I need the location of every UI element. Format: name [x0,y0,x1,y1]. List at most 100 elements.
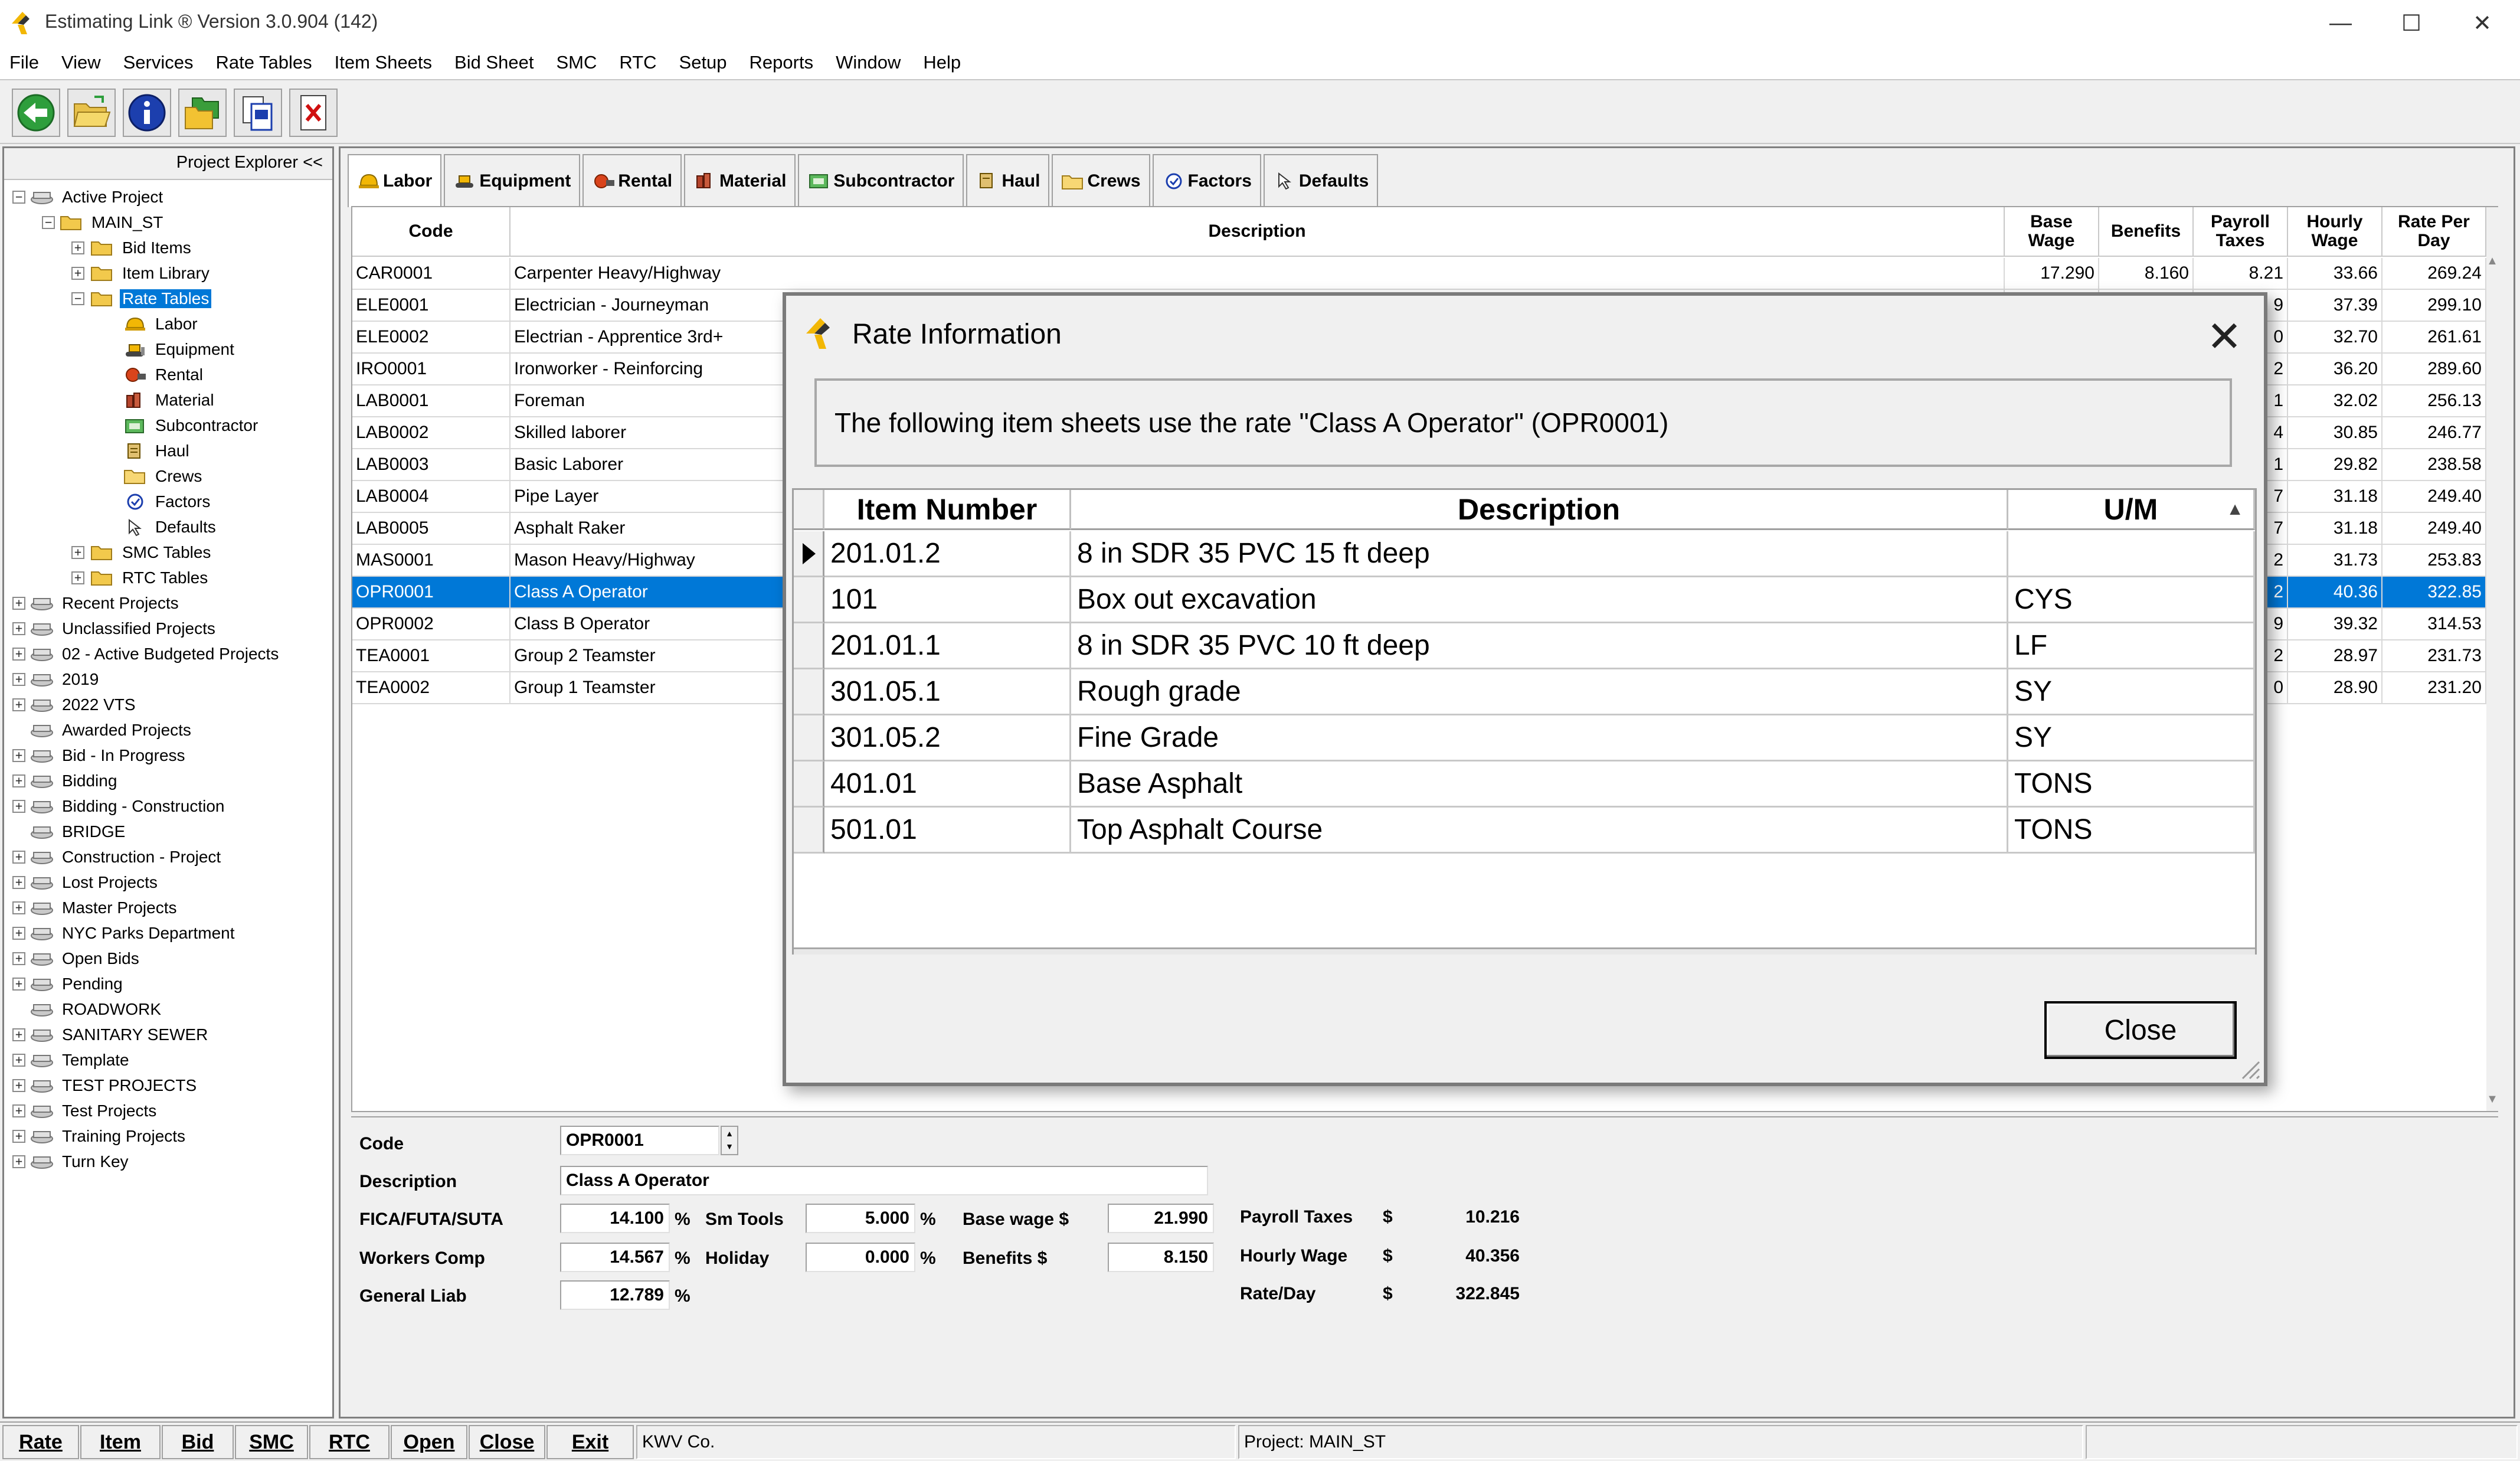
tree-expand-toggle[interactable]: + [12,927,25,940]
spinner-up-icon[interactable]: ▲ [722,1127,737,1140]
minimize-button[interactable]: — [2305,0,2376,46]
rate-per-day-cell[interactable]: 231.20 [2382,672,2486,704]
hourly-wage-cell[interactable]: 36.20 [2288,354,2382,385]
open-folder-button[interactable] [67,89,116,137]
explorer-header[interactable]: Project Explorer << [4,148,332,180]
tree-expand-toggle[interactable]: + [12,1130,25,1143]
grid-vertical-scrollbar[interactable]: ▲ ▼ [2486,207,2498,1111]
scroll-down-arrow-icon[interactable]: ▼ [2486,1093,2498,1106]
tree-expand-toggle[interactable]: + [12,876,25,889]
tree-expand-toggle[interactable]: + [12,622,25,635]
item-number-cell[interactable]: 501.01 [824,808,1071,854]
resize-grip-icon[interactable] [2238,1057,2262,1081]
tree-active-project[interactable]: Active Project [30,184,165,210]
tree-material[interactable]: Material [123,387,217,413]
row-indicator[interactable] [794,761,824,808]
item-number-cell[interactable]: 401.01 [824,761,1071,808]
table-row[interactable]: 301.05.1 Rough grade SY [794,669,2255,715]
tree-folder[interactable]: Bidding [30,768,119,793]
tree-rental[interactable]: Rental [123,362,205,387]
tree-project-main-st[interactable]: MAIN_ST [60,210,165,235]
tree-expand-toggle[interactable]: + [12,1054,25,1067]
workers-comp-field[interactable]: 14.567 [560,1243,670,1272]
row-indicator[interactable] [794,669,824,715]
um-cell[interactable]: CYS [2008,577,2255,623]
hourly-wage-cell[interactable]: 33.66 [2288,258,2382,290]
tree-crews[interactable]: Crews [123,463,204,489]
um-cell[interactable]: LF [2008,623,2255,669]
tree-expand-toggle[interactable]: + [12,698,25,711]
tree-rate-tables[interactable]: Rate Tables [90,286,212,311]
exit-button[interactable]: Exit [546,1425,634,1459]
tree-collapse-toggle[interactable]: − [12,191,25,204]
tree-item-library[interactable]: Item Library [90,260,212,286]
um-cell[interactable]: TONS [2008,761,2255,808]
back-button[interactable] [12,89,60,137]
hourly-wage-cell[interactable]: 37.39 [2288,290,2382,322]
tree-folder[interactable]: 2019 [30,666,101,692]
um-cell[interactable]: SY [2008,669,2255,715]
rate-per-day-cell[interactable]: 246.77 [2382,417,2486,449]
tab-labor[interactable]: Labor [348,154,442,207]
general-liab-field[interactable]: 12.789 [560,1280,670,1310]
tree-folder[interactable]: Awarded Projects [30,717,194,743]
hourly-wage-cell[interactable]: 31.73 [2288,545,2382,577]
tree-collapse-toggle[interactable]: − [71,292,84,305]
code-cell[interactable]: LAB0003 [352,449,510,481]
tree-expand-toggle[interactable]: + [12,1079,25,1092]
tree-subcontractor[interactable]: Subcontractor [123,413,260,438]
column-header-code[interactable]: Code [352,207,510,257]
tree-expand-toggle[interactable]: + [71,571,84,584]
tree-equipment[interactable]: Equipment [123,336,237,362]
rate-per-day-cell[interactable]: 256.13 [2382,385,2486,417]
table-row[interactable]: 201.01.1 8 in SDR 35 PVC 10 ft deep LF [794,623,2255,669]
tree-folder[interactable]: Unclassified Projects [30,616,218,641]
open-button[interactable]: Open [391,1425,467,1459]
tree-expand-toggle[interactable]: + [12,978,25,991]
code-field[interactable]: OPR0001 [560,1126,719,1155]
tree-expand-toggle[interactable]: + [12,1155,25,1168]
rate-per-day-cell[interactable]: 314.53 [2382,609,2486,640]
smc-button[interactable]: SMC [235,1425,308,1459]
tab-rental[interactable]: Rental [582,154,682,207]
rate-per-day-cell[interactable]: 238.58 [2382,449,2486,481]
menu-services[interactable]: Services [123,52,194,73]
code-cell[interactable]: LAB0002 [352,417,510,449]
hourly-wage-cell[interactable]: 39.32 [2288,609,2382,640]
tab-factors[interactable]: Factors [1152,154,1261,207]
tree-folder[interactable]: Template [30,1047,132,1073]
hourly-wage-cell[interactable]: 28.97 [2288,640,2382,672]
scroll-up-arrow-icon[interactable]: ▲ [2486,254,2498,268]
benefits-cell[interactable]: 8.160 [2099,258,2194,290]
copy-document-button[interactable] [234,89,282,137]
tree-expand-toggle[interactable]: + [12,901,25,914]
dialog-close-button[interactable]: Close [2044,1001,2237,1059]
code-cell[interactable]: MAS0001 [352,545,510,577]
tree-folder[interactable]: BRIDGE [30,819,127,844]
folders-button[interactable] [178,89,227,137]
menu-file[interactable]: File [9,52,39,73]
delete-document-button[interactable] [289,89,338,137]
rate-per-day-cell[interactable]: 299.10 [2382,290,2486,322]
column-header-base-wage[interactable]: Base Wage [2005,207,2099,257]
menu-bid-sheet[interactable]: Bid Sheet [454,52,534,73]
tree-expand-toggle[interactable]: + [12,774,25,787]
close-project-button[interactable]: Close [469,1425,545,1459]
tab-defaults[interactable]: Defaults [1263,154,1379,207]
table-row[interactable]: 501.01 Top Asphalt Course TONS [794,808,2255,854]
tree-labor[interactable]: Labor [123,311,200,336]
tree-expand-toggle[interactable]: + [71,241,84,254]
tree-folder[interactable]: 2022 VTS [30,692,138,717]
tree-folder[interactable]: SANITARY SEWER [30,1022,210,1047]
column-header-hourly-wage[interactable]: Hourly Wage [2288,207,2382,257]
benefits-field[interactable]: 8.150 [1108,1243,1214,1272]
description-cell[interactable]: Carpenter Heavy/Highway [510,258,2005,290]
tab-crews[interactable]: Crews [1052,154,1150,207]
tree-smc-tables[interactable]: SMC Tables [90,540,213,565]
column-header-item-number[interactable]: Item Number [824,490,1071,530]
tab-subcontractor[interactable]: Subcontractor [798,154,964,207]
um-cell[interactable] [2008,531,2255,577]
menu-smc[interactable]: SMC [556,52,597,73]
column-header-um[interactable]: U/M ▲ [2008,490,2255,530]
close-window-button[interactable]: ✕ [2447,0,2518,46]
